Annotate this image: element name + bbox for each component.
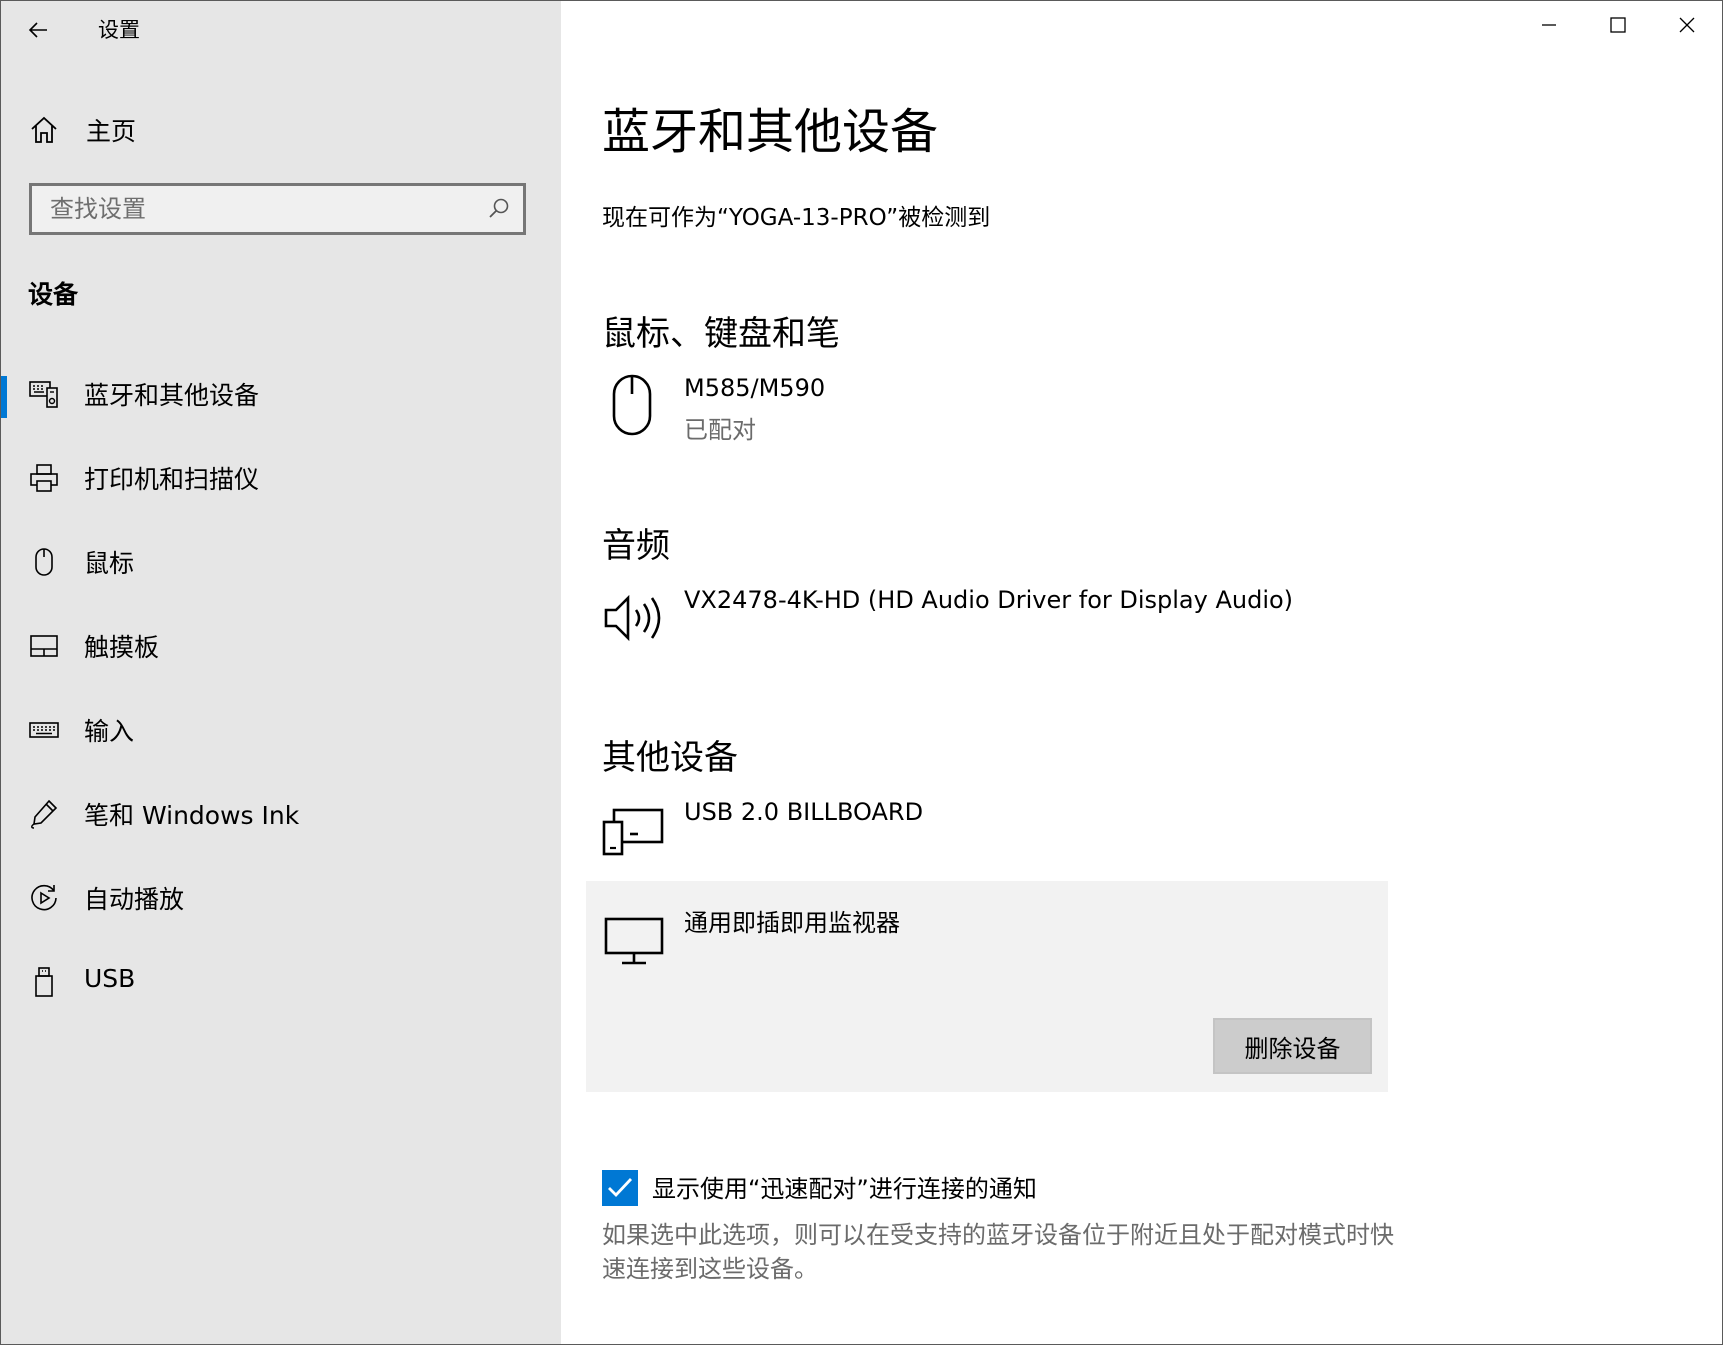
sidebar-item-label: 笔和 Windows Ink — [84, 801, 300, 830]
sidebar-item-label: USB — [84, 964, 136, 993]
mouse-icon — [35, 548, 53, 576]
back-arrow-icon — [28, 22, 47, 38]
autoplay-icon — [31, 884, 57, 911]
device-name: M585/M590 — [684, 374, 826, 402]
swift-pair-checkbox[interactable] — [602, 1170, 638, 1206]
sidebar-item-pen[interactable]: 笔和 Windows Ink — [0, 774, 561, 858]
sidebar-item-label: 蓝牙和其他设备 — [84, 381, 260, 410]
sidebar-item-label: 输入 — [84, 717, 135, 746]
group-title-input: 鼠标、键盘和笔 — [602, 314, 840, 354]
home-icon — [31, 116, 57, 143]
pen-icon — [31, 799, 58, 829]
back-button[interactable] — [16, 8, 60, 52]
sidebar-item-label: 鼠标 — [84, 549, 135, 578]
sidebar-item-bluetooth[interactable]: 蓝牙和其他设备 — [0, 354, 561, 438]
swift-pair-description: 如果选中此选项，则可以在受支持的蓝牙设备位于附近且处于配对模式时快速连接到这些设… — [602, 1221, 1394, 1283]
search-input[interactable] — [50, 186, 470, 232]
sidebar-item-printers[interactable]: 打印机和扫描仪 — [0, 438, 561, 522]
app-title: 设置 — [98, 18, 140, 42]
speaker-icon — [604, 594, 661, 642]
touchpad-icon — [30, 635, 58, 657]
sidebar-item-label: 自动播放 — [84, 885, 185, 914]
monitor-icon — [604, 917, 664, 965]
search-box[interactable] — [29, 183, 526, 235]
device-item-monitor-selected[interactable]: 通用即插即用监视器 删除设备 — [586, 881, 1388, 1092]
discoverable-status: 现在可作为“YOGA-13-PRO”被检测到 — [602, 205, 991, 231]
sidebar: 设置 主页 设备 蓝牙和其他设备 — [0, 0, 561, 1345]
sidebar-section-title: 设备 — [28, 280, 79, 309]
keyboard-icon — [29, 722, 59, 738]
sidebar-nav: 蓝牙和其他设备 打印机和扫描仪 鼠标 触摸板 输入 笔和 Windows Ink… — [0, 354, 561, 1026]
bluetooth-devices-icon — [29, 381, 58, 408]
sidebar-item-home[interactable]: 主页 — [0, 100, 561, 158]
group-title-other: 其他设备 — [602, 738, 738, 778]
page-title: 蓝牙和其他设备 — [602, 104, 939, 160]
usb-icon — [35, 967, 53, 997]
search-icon[interactable] — [487, 197, 511, 221]
device-name: VX2478-4K-HD (HD Audio Driver for Displa… — [684, 586, 1294, 614]
sidebar-item-touchpad[interactable]: 触摸板 — [0, 606, 561, 690]
sidebar-item-usb[interactable]: USB — [0, 942, 561, 1026]
printer-icon — [30, 464, 58, 492]
device-status: 已配对 — [684, 416, 756, 444]
group-title-audio: 音频 — [602, 526, 670, 566]
generic-device-icon — [602, 808, 664, 856]
swift-pair-label[interactable]: 显示使用“迅速配对”进行连接的通知 — [652, 1169, 1037, 1204]
device-item-speaker[interactable]: VX2478-4K-HD (HD Audio Driver for Displa… — [602, 586, 1362, 650]
sidebar-item-label: 打印机和扫描仪 — [84, 465, 260, 494]
home-label: 主页 — [86, 117, 137, 146]
sidebar-item-autoplay[interactable]: 自动播放 — [0, 858, 561, 942]
remove-device-button[interactable]: 删除设备 — [1213, 1018, 1372, 1074]
sidebar-item-typing[interactable]: 输入 — [0, 690, 561, 774]
sidebar-item-mouse[interactable]: 鼠标 — [0, 522, 561, 606]
device-item-mouse[interactable]: M585/M590 已配对 — [602, 374, 1362, 444]
mouse-icon — [612, 374, 652, 436]
sidebar-item-label: 触摸板 — [84, 633, 160, 662]
device-name: 通用即插即用监视器 — [684, 909, 900, 937]
device-item-billboard[interactable]: USB 2.0 BILLBOARD — [602, 798, 1362, 862]
checkmark-icon — [608, 1178, 633, 1198]
main-content: 蓝牙和其他设备 现在可作为“YOGA-13-PRO”被检测到 鼠标、键盘和笔 M… — [561, 0, 1723, 1345]
device-name: USB 2.0 BILLBOARD — [684, 798, 924, 826]
